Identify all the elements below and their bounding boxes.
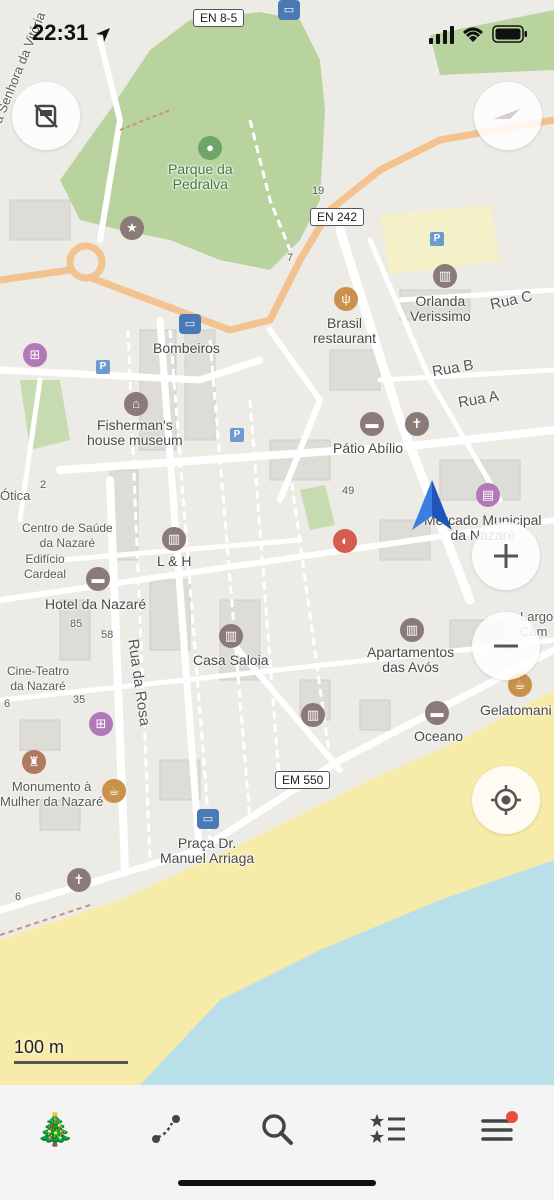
parking-icon[interactable]: P: [430, 232, 444, 246]
bus-stop-icon[interactable]: ▭: [197, 809, 219, 829]
zoom-in-button[interactable]: [472, 522, 540, 590]
tab-bookmarks[interactable]: [358, 1099, 418, 1159]
map-view[interactable]: EN 8-5 EN 242 EM 550 ● ★ ▭ ▭ ψ ▥ ⊞ ⌂ ▬ ✝…: [0, 0, 554, 1085]
scale-bar: [14, 1061, 128, 1064]
cellular-signal-icon: [429, 26, 454, 44]
place-label-cineteatro: Cine-Teatro da Nazaré: [7, 664, 70, 693]
tab-search[interactable]: [247, 1099, 307, 1159]
menu-icon: [481, 1111, 518, 1141]
building-icon[interactable]: ▥: [219, 624, 243, 648]
gift-shop-icon[interactable]: ⊞: [89, 712, 113, 736]
place-label-parque: Parque da Pedralva: [168, 161, 233, 192]
tab-menu[interactable]: [469, 1099, 529, 1159]
building-icon[interactable]: ▥: [162, 527, 186, 551]
my-location-button[interactable]: [472, 766, 540, 834]
plus-icon: [494, 544, 518, 568]
map-scale: 100 m: [14, 1037, 128, 1064]
building-icon[interactable]: ▥: [400, 618, 424, 642]
no-bus-icon: [34, 104, 58, 128]
museum-icon[interactable]: ⌂: [124, 392, 148, 416]
status-time: 22:31: [32, 20, 89, 45]
road-shield-em550: EM 550: [275, 771, 331, 789]
place-label-centro: Centro de Saúde da Nazaré: [22, 521, 113, 550]
church-icon[interactable]: ✝: [405, 412, 429, 436]
place-label-gelatomania: Gelatomani: [480, 702, 552, 718]
place-label-fisherman: Fisherman's house museum: [87, 417, 183, 448]
notification-dot: [506, 1111, 518, 1123]
bus-stop-icon[interactable]: ▭: [179, 314, 201, 334]
cafe-icon[interactable]: ☕: [102, 779, 126, 803]
church-icon[interactable]: ✝: [67, 868, 91, 892]
shop-icon[interactable]: ⊞: [23, 343, 47, 367]
road-shield-en242: EN 242: [310, 208, 365, 226]
compass-icon: [494, 109, 520, 119]
minus-icon: [494, 644, 518, 648]
house-number: 7: [287, 252, 294, 264]
house-number: 19: [312, 185, 325, 197]
building-icon[interactable]: ▥: [433, 264, 457, 288]
house-number: 6: [15, 891, 22, 903]
parking-icon[interactable]: P: [230, 428, 244, 442]
hotel-icon[interactable]: ▬: [86, 567, 110, 591]
house-number: 6: [4, 698, 11, 710]
place-label-otica: Ótica: [0, 488, 31, 503]
compass-button[interactable]: [474, 82, 542, 150]
hotel-icon[interactable]: ▬: [360, 412, 384, 436]
place-label-edificio: Edifício Cardeal: [24, 552, 67, 581]
place-label-oceano: Oceano: [414, 728, 464, 744]
bookmarks-list-icon: [370, 1114, 405, 1143]
house-number: 58: [101, 629, 114, 641]
crosshair-icon: [491, 785, 521, 815]
place-label-casa: Casa Saloia: [193, 652, 269, 668]
place-label-bombeiros: Bombeiros: [153, 340, 220, 356]
place-label-patio: Pátio Abílio: [333, 440, 404, 456]
christmas-tree-icon: 🎄: [35, 1111, 75, 1147]
status-bar: 22:31: [0, 0, 554, 70]
restaurant-icon[interactable]: ψ: [334, 287, 358, 311]
home-indicator: [178, 1180, 376, 1186]
tab-tree[interactable]: 🎄: [25, 1099, 85, 1159]
monument-icon[interactable]: ♜: [22, 750, 46, 774]
parking-icon[interactable]: P: [96, 360, 110, 374]
place-label-apartamentos: Apartamentos das Avós: [367, 644, 455, 675]
toggle-layers-button[interactable]: [12, 82, 80, 150]
zoom-out-button[interactable]: [472, 612, 540, 680]
location-services-icon: [96, 28, 110, 42]
park-tree-icon[interactable]: ●: [198, 136, 222, 160]
place-label-lh: L & H: [157, 553, 192, 569]
place-label-brasil: Brasil restaurant: [313, 315, 377, 346]
wifi-icon: [463, 27, 483, 42]
scale-label: 100 m: [14, 1037, 65, 1057]
building-icon[interactable]: ▥: [301, 703, 325, 727]
tab-route[interactable]: [136, 1099, 196, 1159]
place-label-orlanda: Orlanda Verissimo: [410, 293, 471, 324]
house-number: 85: [70, 618, 83, 630]
place-label-praca: Praça Dr. Manuel Arriaga: [160, 835, 255, 866]
hotel-icon[interactable]: ▬: [425, 701, 449, 725]
house-number: 35: [73, 694, 86, 706]
search-icon: [262, 1114, 293, 1145]
house-number: 2: [40, 479, 47, 491]
place-label-monumento: Monumento à Mulher da Nazaré: [0, 779, 104, 809]
star-poi-icon[interactable]: ★: [120, 216, 144, 240]
place-label-hotel: Hotel da Nazaré: [45, 596, 147, 612]
route-icon: [152, 1115, 180, 1143]
current-location-arrow: [412, 480, 452, 530]
battery-icon: [492, 25, 527, 43]
pharmacy-icon[interactable]: ◐: [333, 529, 357, 553]
house-number: 49: [342, 485, 355, 497]
market-icon[interactable]: ▤: [476, 483, 500, 507]
